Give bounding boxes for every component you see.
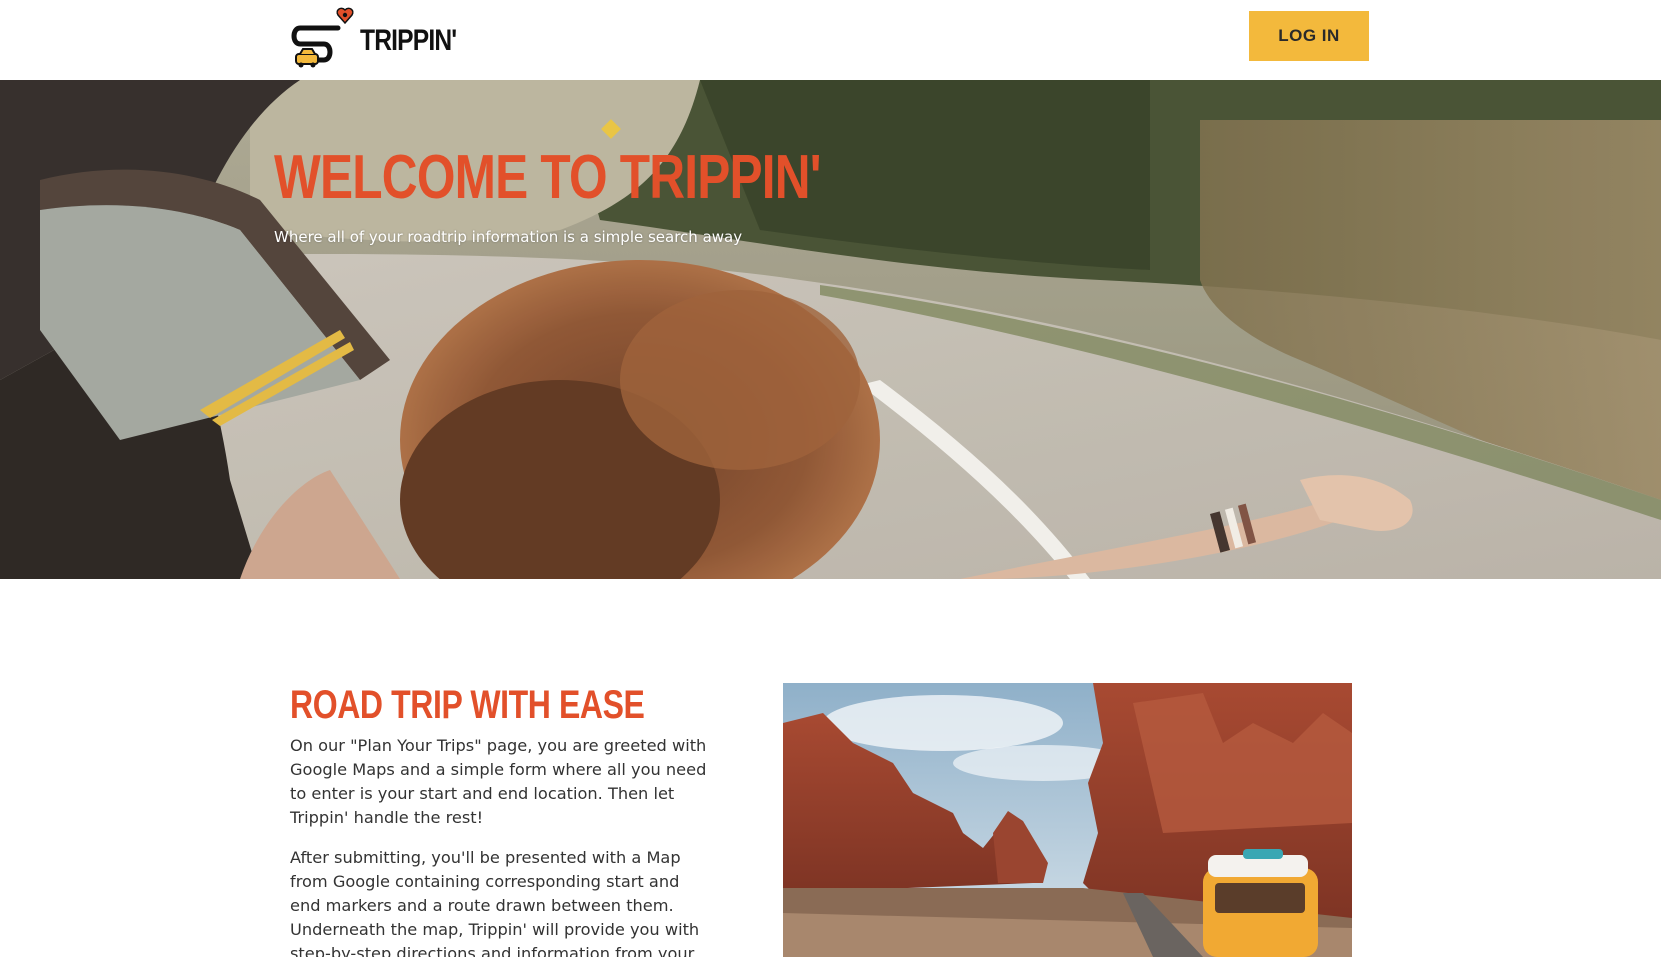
hero-title: WELCOME TO TRIPPIN' [274,143,822,212]
hero-subtitle: Where all of your roadtrip information i… [274,228,743,246]
car-road-heart-logo-icon [291,7,354,68]
feature-paragraph: On our "Plan Your Trips" page, you are g… [290,736,707,827]
site-header: TRIPPIN' LOG IN [0,0,1661,80]
feature-description: On our "Plan Your Trips" page, you are g… [290,734,710,957]
brand-logo-link[interactable]: TRIPPIN' [290,6,477,70]
hero-background-photo [0,80,1661,579]
feature-paragraph: After submitting, you'll be presented wi… [290,848,700,957]
hero-banner: WELCOME TO TRIPPIN' Where all of your ro… [0,80,1661,579]
login-button[interactable]: LOG IN [1249,11,1369,61]
feature-title: ROAD TRIP WITH EASE [290,683,645,727]
brand-name: TRIPPIN' [360,24,457,57]
desert-van-image [783,683,1352,957]
